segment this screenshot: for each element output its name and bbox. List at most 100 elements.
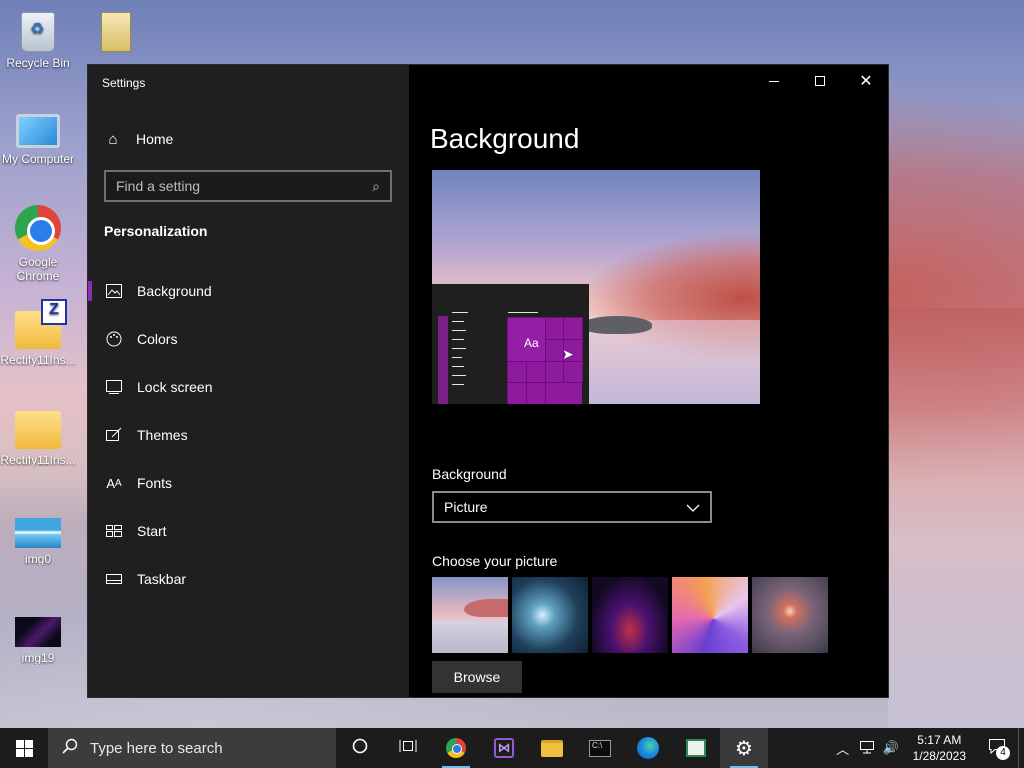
recycle-bin-icon: [21, 12, 55, 52]
notepad-icon: [686, 739, 706, 757]
chevron-down-icon: [686, 499, 700, 515]
show-desktop-button[interactable]: [1018, 728, 1024, 768]
nav-item-lock-screen[interactable]: Lock screen: [88, 363, 409, 411]
desktop-icon-recycle-bin[interactable]: Recycle Bin: [0, 8, 76, 70]
action-center-button[interactable]: 4: [976, 728, 1018, 768]
network-icon[interactable]: [855, 740, 879, 757]
notes-file-icon: [101, 12, 131, 52]
folder-icon: [15, 411, 61, 449]
picture-thumbnail[interactable]: [512, 577, 588, 653]
desktop-icon-google-chrome[interactable]: Google Chrome: [0, 205, 76, 283]
preview-start-rail: [438, 316, 448, 404]
nav-item-taskbar[interactable]: Taskbar: [88, 555, 409, 603]
choose-picture-label: Choose your picture: [432, 553, 558, 569]
windows-logo-icon: [15, 739, 33, 757]
chevron-up-icon[interactable]: ︿: [831, 739, 855, 758]
search-icon: [62, 738, 78, 758]
taskbar-app-terminal[interactable]: C:\: [576, 728, 624, 768]
image-icon: [15, 617, 61, 647]
taskbar-icon: [105, 570, 123, 588]
lock-screen-icon: [105, 378, 123, 396]
nav-item-label: Start: [137, 523, 167, 539]
taskbar: ⋈ C:\ ⚙ ︿ 🔊 5:17 AM 1/28/2023 4: [0, 728, 1024, 768]
settings-window: Settings ⌂ Home ⌕ Personalization Backgr…: [87, 64, 889, 698]
nav-item-label: Lock screen: [137, 379, 213, 395]
picture-thumbnail[interactable]: [672, 577, 748, 653]
desktop-icon-img19[interactable]: img19: [0, 607, 76, 665]
chrome-icon: [15, 205, 61, 251]
preview-tile-text: Aa: [524, 336, 539, 350]
zip-folder-icon: [15, 299, 67, 349]
preview-tile: [563, 317, 583, 340]
terminal-icon: C:\: [589, 739, 611, 757]
nav-item-label: Fonts: [137, 475, 173, 491]
nav-item-background[interactable]: Background: [88, 267, 409, 315]
picture-thumbnail[interactable]: [592, 577, 668, 653]
preview-tile: [544, 360, 565, 384]
nav-item-label: Taskbar: [137, 571, 187, 587]
preview-tile: [544, 338, 565, 362]
file-explorer-icon: [541, 739, 563, 757]
volume-icon[interactable]: 🔊: [879, 740, 903, 756]
desktop-icon-rectify-folder[interactable]: Rectify11Ins...: [0, 403, 76, 467]
nav-item-fonts[interactable]: AA Fonts: [88, 459, 409, 507]
mouse-cursor-icon: ➤: [562, 346, 574, 362]
desktop-icon-label: My Computer: [1, 152, 75, 166]
desktop-icon-rectify-zip[interactable]: Rectify11Ins...: [0, 299, 76, 367]
personalization-nav: Background Colors Lock screen Themes A A…: [88, 267, 409, 603]
image-icon: [15, 518, 61, 548]
nav-item-start[interactable]: Start: [88, 507, 409, 555]
desktop-icon-label: Google Chrome: [16, 255, 60, 283]
taskbar-app-chrome[interactable]: [432, 728, 480, 768]
preview-start-header: [508, 312, 538, 313]
nav-home[interactable]: ⌂ Home: [104, 129, 173, 149]
preview-land: [582, 316, 652, 334]
themes-brush-icon: [105, 426, 123, 444]
visual-studio-icon: ⋈: [494, 738, 514, 758]
settings-gear-icon: ⚙: [735, 737, 753, 760]
nav-item-themes[interactable]: Themes: [88, 411, 409, 459]
picture-thumbnail[interactable]: [432, 577, 508, 653]
nav-item-colors[interactable]: Colors: [88, 315, 409, 363]
taskbar-search[interactable]: [48, 728, 336, 768]
taskbar-app-settings[interactable]: ⚙: [720, 728, 768, 768]
background-type-dropdown[interactable]: Picture: [432, 491, 712, 523]
background-type-label: Background: [432, 466, 507, 482]
nav-item-label: Themes: [137, 427, 188, 443]
background-preview: Aa ➤: [432, 170, 760, 404]
preview-tile: [544, 317, 565, 340]
desktop-icon-notes[interactable]: [78, 8, 154, 56]
browse-button[interactable]: Browse: [432, 661, 522, 693]
system-tray: ︿ 🔊 5:17 AM 1/28/2023 4: [831, 728, 1024, 768]
cortana-button[interactable]: [336, 728, 384, 768]
nav-home-label: Home: [136, 131, 174, 147]
settings-content: Background Aa ➤ Background Picture Choos…: [409, 65, 888, 697]
task-view-button[interactable]: [384, 728, 432, 768]
preview-tile: [525, 382, 546, 404]
taskbar-app-notepad[interactable]: [672, 728, 720, 768]
start-button[interactable]: [0, 728, 48, 768]
desktop-wallpaper-hill: [888, 308, 1024, 728]
taskbar-app-edge[interactable]: [624, 728, 672, 768]
preview-start-menu: Aa ➤: [432, 284, 589, 404]
taskbar-app-visual-studio[interactable]: ⋈: [480, 728, 528, 768]
window-title: Settings: [102, 76, 146, 90]
picture-icon: [105, 282, 123, 300]
find-setting-search[interactable]: ⌕: [104, 170, 392, 202]
desktop-icon-img0[interactable]: img0: [0, 508, 76, 566]
picture-thumbnails: [432, 577, 828, 653]
taskbar-search-input[interactable]: [90, 739, 310, 757]
desktop-icon-my-computer[interactable]: My Computer: [0, 108, 76, 166]
picture-thumbnail[interactable]: [752, 577, 828, 653]
palette-icon: [105, 330, 123, 348]
chrome-icon: [446, 738, 466, 758]
taskbar-clock[interactable]: 5:17 AM 1/28/2023: [903, 732, 976, 764]
search-icon[interactable]: ⌕: [372, 178, 380, 195]
taskbar-app-file-explorer[interactable]: [528, 728, 576, 768]
edge-icon: [637, 737, 659, 759]
desktop-icon-label: Recycle Bin: [6, 56, 70, 70]
clock-date: 1/28/2023: [912, 749, 966, 763]
start-grid-icon: [105, 522, 123, 540]
search-input[interactable]: [116, 178, 373, 194]
desktop-icon-label: img0: [24, 552, 51, 566]
